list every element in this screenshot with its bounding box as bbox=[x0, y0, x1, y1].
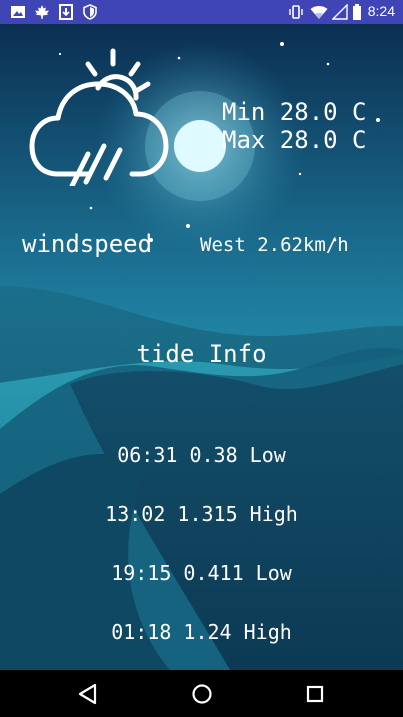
image-icon bbox=[10, 4, 26, 24]
recents-icon[interactable] bbox=[301, 680, 329, 708]
tide-entry: 06:31 0.38 Low bbox=[117, 443, 286, 467]
windspeed-label: windspeed bbox=[22, 230, 153, 258]
maple-leaf-icon bbox=[34, 4, 50, 24]
tide-entry: 19:15 0.411 Low bbox=[111, 561, 292, 585]
wifi-icon bbox=[310, 4, 328, 24]
min-temperature: Min 28.0 C bbox=[222, 98, 367, 126]
navigation-bar bbox=[0, 670, 403, 717]
shield-icon bbox=[82, 4, 98, 24]
back-icon[interactable] bbox=[74, 680, 102, 708]
weather-screen: Min 28.0 C Max 28.0 C windspeed West 2.6… bbox=[0, 24, 403, 670]
download-icon bbox=[58, 4, 74, 24]
tide-entry: 13:02 1.315 High bbox=[105, 502, 298, 526]
max-temperature: Max 28.0 C bbox=[222, 126, 367, 154]
windspeed-value: West 2.62km/h bbox=[200, 234, 349, 256]
cloud-sun-rain-icon bbox=[28, 46, 178, 190]
status-bar: 8:24 bbox=[0, 0, 403, 24]
tide-info-title: tide Info bbox=[136, 340, 267, 368]
status-time: 8:24 bbox=[367, 3, 395, 19]
home-icon[interactable] bbox=[188, 680, 216, 708]
vibrate-icon bbox=[288, 4, 304, 24]
battery-icon bbox=[352, 4, 362, 24]
tide-entry: 01:18 1.24 High bbox=[111, 620, 292, 644]
moon bbox=[174, 120, 226, 172]
no-signal-icon bbox=[331, 3, 348, 24]
